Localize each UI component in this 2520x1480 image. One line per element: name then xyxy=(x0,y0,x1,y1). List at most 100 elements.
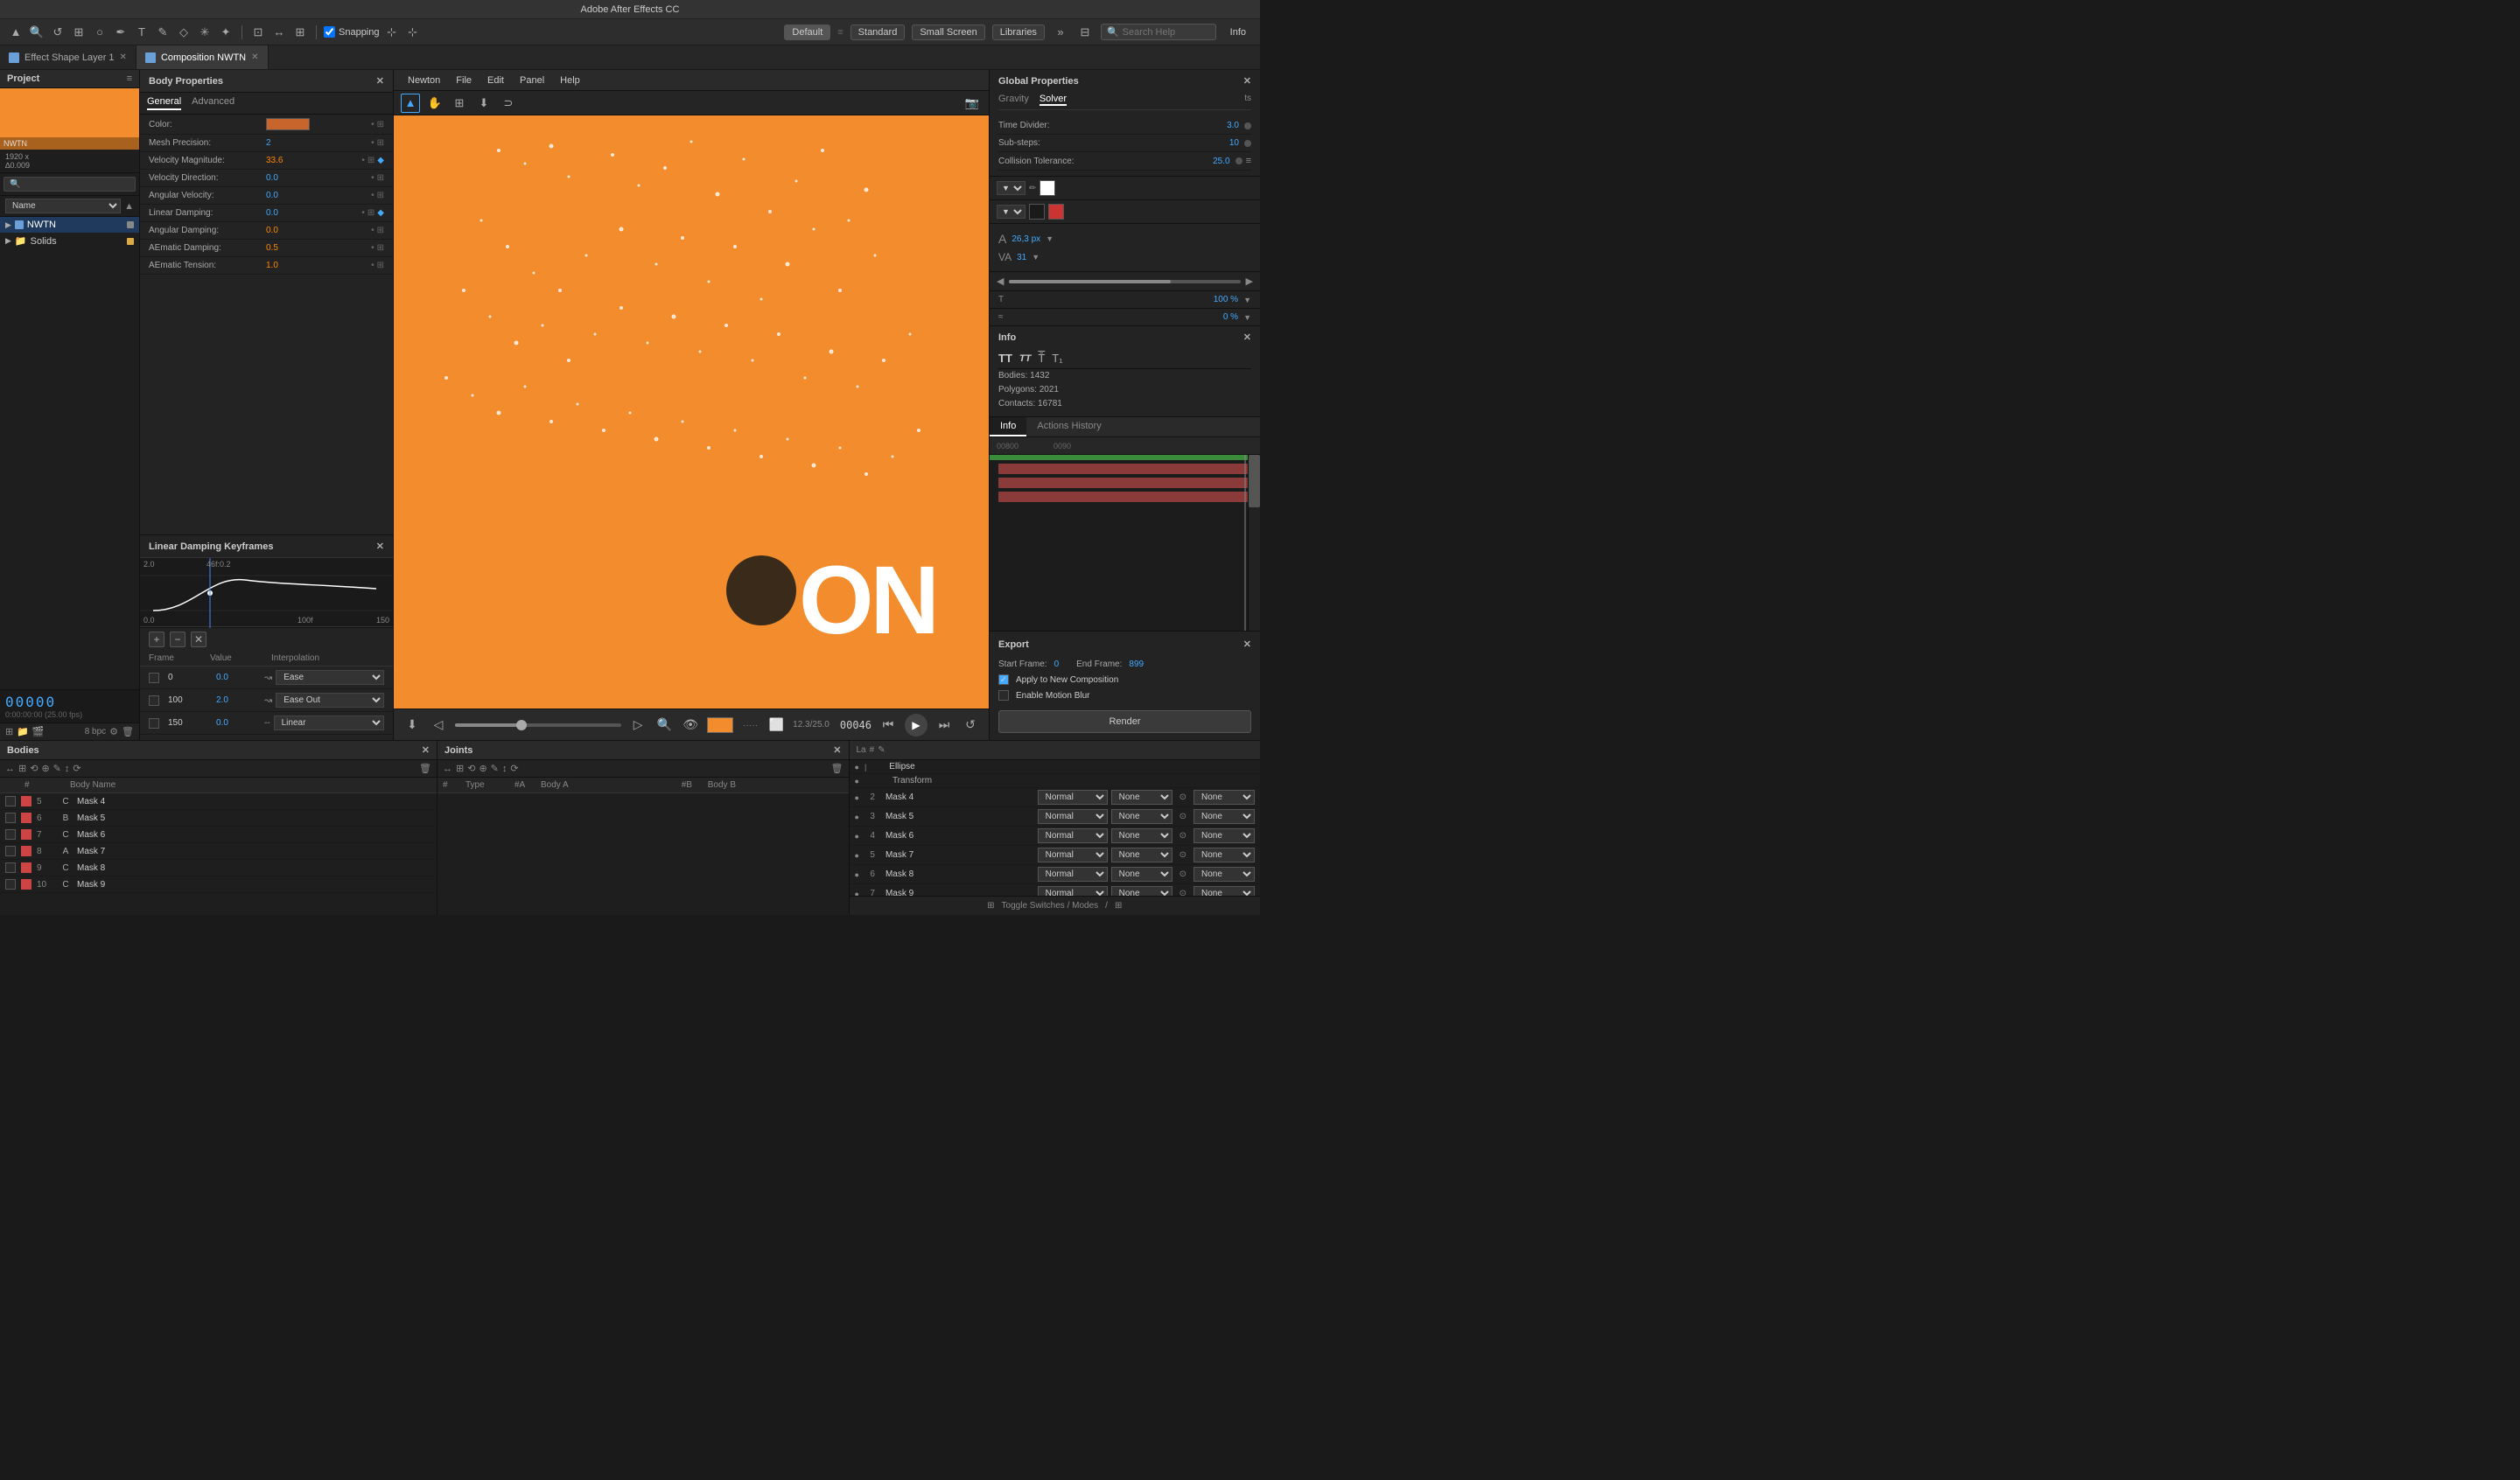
toggle-switches-icon[interactable]: ⊞ xyxy=(987,901,994,911)
menu-panel[interactable]: Panel xyxy=(513,73,551,87)
vel-dir-value[interactable]: 0.0 xyxy=(266,173,368,183)
pct-value[interactable]: 100 % xyxy=(1214,295,1238,304)
tp-num-arrow[interactable]: ▼ xyxy=(1032,253,1040,262)
m4-feather-select[interactable]: None xyxy=(1111,828,1172,843)
m2-expansion-select[interactable]: None xyxy=(1194,790,1255,805)
body-check-4[interactable] xyxy=(5,796,16,806)
ang-vel-reset[interactable]: • xyxy=(371,191,374,200)
snap-tool-icon[interactable]: ↔ xyxy=(270,24,288,41)
search-tool-icon[interactable]: 🔍 xyxy=(28,24,46,41)
m6-feather-select[interactable]: None xyxy=(1111,867,1172,882)
gp-tab-solver[interactable]: Solver xyxy=(1040,94,1067,106)
gp-dark-swatch[interactable] xyxy=(1029,204,1045,220)
eraser-tool-icon[interactable]: ◇ xyxy=(175,24,192,41)
body-row-9[interactable]: 10 C Mask 9 xyxy=(0,876,437,893)
aemat-tens-value[interactable]: 1.0 xyxy=(266,261,368,270)
aemat-damp-link[interactable]: ⊞ xyxy=(377,243,384,253)
mesh-link[interactable]: ⊞ xyxy=(377,138,384,148)
vp-grid-icon[interactable]: ⊞ xyxy=(450,94,469,113)
snap-icon-3[interactable]: ⊹ xyxy=(404,24,422,41)
m7-expansion-select[interactable]: None xyxy=(1194,886,1255,896)
transform-vis[interactable]: ● xyxy=(855,777,859,785)
pen-tool-icon[interactable]: ✒ xyxy=(112,24,130,41)
keyframes-close[interactable]: ✕ xyxy=(376,541,384,552)
gp-time-div-dot[interactable] xyxy=(1244,122,1251,129)
bodies-icon-2[interactable]: ⊞ xyxy=(18,763,26,774)
apply-checkbox[interactable]: ✓ xyxy=(998,674,1009,685)
right-scrollbar[interactable] xyxy=(1248,455,1260,631)
project-menu-icon[interactable]: ≡ xyxy=(127,73,132,84)
m7-cycle-icon[interactable]: ⊙ xyxy=(1180,889,1186,896)
tab-actions-history[interactable]: Actions History xyxy=(1026,417,1111,436)
aemat-damp-value[interactable]: 0.5 xyxy=(266,243,368,253)
pb-zoom-icon[interactable]: 🔍 xyxy=(654,716,674,735)
tp-num-value[interactable]: 31 xyxy=(1017,253,1026,262)
workspace-icon[interactable]: ⊟ xyxy=(1076,24,1094,41)
ang-damp-link[interactable]: ⊞ xyxy=(377,226,384,235)
libraries-btn[interactable]: Libraries xyxy=(992,24,1045,40)
bodies-icon-1[interactable]: ↔ xyxy=(5,764,15,774)
m4-expansion-select[interactable]: None xyxy=(1194,828,1255,843)
body-props-close[interactable]: ✕ xyxy=(376,75,384,87)
bodies-icon-7[interactable]: ⟳ xyxy=(73,763,80,774)
tp-px-arrow[interactable]: ▼ xyxy=(1046,234,1054,243)
ang-damp-value[interactable]: 0.0 xyxy=(266,226,368,235)
gp-collision-value[interactable]: 25.0 xyxy=(1213,157,1229,166)
vp-hand-icon[interactable]: ✋ xyxy=(425,94,444,113)
gp-red-swatch[interactable] xyxy=(1048,204,1064,220)
right-arrow-icon[interactable]: ▶ xyxy=(1246,276,1253,287)
vp-select-icon[interactable]: ▲ xyxy=(401,94,420,113)
vel-mag-value[interactable]: 33.6 xyxy=(266,156,358,165)
menu-file[interactable]: File xyxy=(449,73,479,87)
ellipse-vis[interactable]: ● xyxy=(855,763,859,771)
m3-mode-select[interactable]: Normal xyxy=(1038,809,1108,824)
bodies-trash-icon[interactable]: 🗑 xyxy=(419,763,431,774)
snap-icon-2[interactable]: ⊹ xyxy=(383,24,401,41)
color-reset-icon[interactable]: • xyxy=(371,120,374,129)
sort-asc-icon[interactable]: ▲ xyxy=(124,201,134,212)
tab-close-2[interactable]: ✕ xyxy=(251,52,258,62)
m6-mode-select[interactable]: Normal xyxy=(1038,867,1108,882)
pct2-value[interactable]: 0 % xyxy=(1223,312,1238,322)
gp-menu-icon[interactable]: ≡ xyxy=(1246,156,1251,166)
m6-cycle-icon[interactable]: ⊙ xyxy=(1180,869,1186,879)
pct-arrow[interactable]: ▼ xyxy=(1243,296,1251,304)
kf-check-2[interactable] xyxy=(149,718,159,729)
bodies-icon-5[interactable]: ✎ xyxy=(53,763,61,774)
viewport[interactable]: ON xyxy=(394,115,989,709)
trash-icon[interactable]: 🗑 xyxy=(122,726,134,737)
kf-check-1[interactable] xyxy=(149,695,159,706)
joints-icon-2[interactable]: ⊞ xyxy=(456,763,464,774)
m5-cycle-icon[interactable]: ⊙ xyxy=(1180,850,1186,860)
gp-close[interactable]: ✕ xyxy=(1243,75,1251,87)
m7-vis[interactable]: ● xyxy=(855,890,859,897)
search-help-box[interactable]: 🔍 xyxy=(1101,24,1216,40)
render-button[interactable]: Render xyxy=(998,710,1251,733)
color-swatch[interactable] xyxy=(266,118,310,130)
project-icon-1[interactable]: ⊞ xyxy=(5,726,13,737)
kf-interp-select-0[interactable]: Ease Ease Out Linear xyxy=(276,670,384,685)
export-close[interactable]: ✕ xyxy=(1243,639,1251,650)
tp-px-value[interactable]: 26,3 px xyxy=(1012,234,1040,244)
left-arrow-icon[interactable]: ◀ xyxy=(997,276,1004,287)
tab-advanced[interactable]: Advanced xyxy=(192,96,234,110)
project-item-nwtn[interactable]: ▶ NWTN xyxy=(0,217,139,233)
kf-remove-btn[interactable]: − xyxy=(170,632,186,647)
joints-icon-5[interactable]: ✎ xyxy=(491,763,499,774)
bodies-icon-4[interactable]: ⊕ xyxy=(41,763,49,774)
timeline-handle[interactable] xyxy=(516,720,527,730)
m5-feather-select[interactable]: None xyxy=(1111,848,1172,862)
m7-mode-select[interactable]: Normal xyxy=(1038,886,1108,896)
divider-icon[interactable]: / xyxy=(1105,901,1108,911)
m4-mode-select[interactable]: Normal xyxy=(1038,828,1108,843)
gp-collision-dot[interactable] xyxy=(1236,157,1242,164)
scrollbar-thumb[interactable] xyxy=(1249,455,1260,507)
vp-down-icon[interactable]: ⬇ xyxy=(474,94,494,113)
bodies-icon-6[interactable]: ↕ xyxy=(65,764,70,774)
project-search-input[interactable] xyxy=(4,177,136,192)
vel-mag-link[interactable]: ⊞ xyxy=(368,156,374,165)
pb-next-frame[interactable]: ⏭ xyxy=(934,716,954,735)
lin-damp-kf[interactable]: ◆ xyxy=(377,208,384,218)
tab-close-1[interactable]: ✕ xyxy=(120,52,127,62)
vp-camera-icon[interactable]: 📷 xyxy=(962,94,982,113)
